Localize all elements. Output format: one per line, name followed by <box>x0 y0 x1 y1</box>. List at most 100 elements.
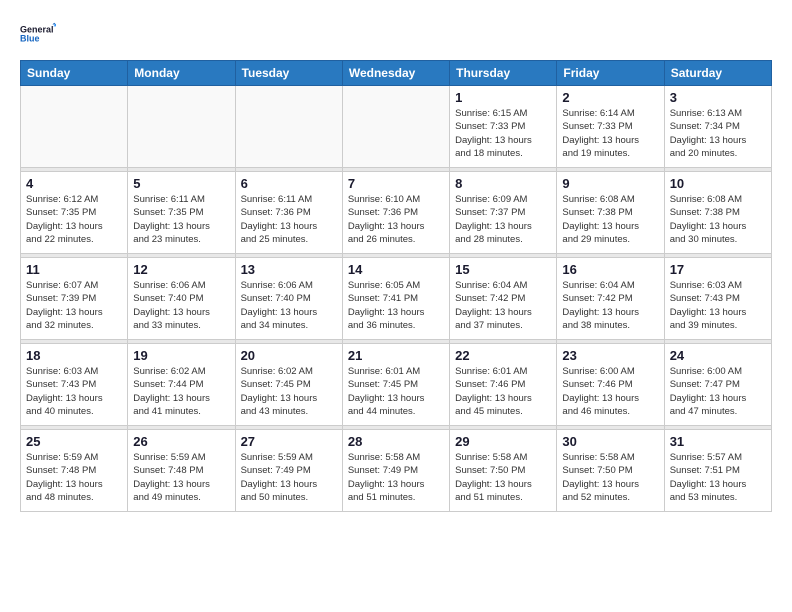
day-info: Sunrise: 5:57 AM Sunset: 7:51 PM Dayligh… <box>670 451 766 504</box>
day-info: Sunrise: 6:04 AM Sunset: 7:42 PM Dayligh… <box>562 279 658 332</box>
calendar-day <box>342 86 449 168</box>
calendar-week: 18Sunrise: 6:03 AM Sunset: 7:43 PM Dayli… <box>21 344 772 426</box>
day-number: 29 <box>455 434 551 449</box>
calendar-day: 2 Sunrise: 6:14 AM Sunset: 7:33 PM Daylig… <box>557 86 664 168</box>
calendar-day: 23 Sunrise: 6:00 AM Sunset: 7:46 PM Dayli… <box>557 344 664 426</box>
day-number: 11 <box>26 262 122 277</box>
calendar-day: 22 Sunrise: 6:01 AM Sunset: 7:46 PM Dayli… <box>450 344 557 426</box>
day-number: 31 <box>670 434 766 449</box>
day-header: Monday <box>128 61 235 86</box>
calendar-day <box>21 86 128 168</box>
calendar-week: 25 Sunrise: 5:59 AM Sunset: 7:48 PM Dayli… <box>21 430 772 512</box>
day-number: 20 <box>241 348 337 363</box>
calendar-day: 18Sunrise: 6:03 AM Sunset: 7:43 PM Dayli… <box>21 344 128 426</box>
calendar-week: 11 Sunrise: 6:07 AM Sunset: 7:39 PM Dayli… <box>21 258 772 340</box>
day-header: Sunday <box>21 61 128 86</box>
day-number: 16 <box>562 262 658 277</box>
day-info: Sunrise: 6:08 AM Sunset: 7:38 PM Dayligh… <box>562 193 658 246</box>
day-number: 2 <box>562 90 658 105</box>
calendar-day: 24 Sunrise: 6:00 AM Sunset: 7:47 PM Dayli… <box>664 344 771 426</box>
calendar-day: 12 Sunrise: 6:06 AM Sunset: 7:40 PM Dayli… <box>128 258 235 340</box>
day-info: Sunrise: 6:00 AM Sunset: 7:46 PM Dayligh… <box>562 365 658 418</box>
day-header: Tuesday <box>235 61 342 86</box>
day-info: Sunrise: 6:01 AM Sunset: 7:46 PM Dayligh… <box>455 365 551 418</box>
day-info: Sunrise: 6:12 AM Sunset: 7:35 PM Dayligh… <box>26 193 122 246</box>
day-info: Sunrise: 6:08 AM Sunset: 7:38 PM Dayligh… <box>670 193 766 246</box>
calendar-day: 16 Sunrise: 6:04 AM Sunset: 7:42 PM Dayli… <box>557 258 664 340</box>
day-info: Sunrise: 5:58 AM Sunset: 7:50 PM Dayligh… <box>455 451 551 504</box>
day-number: 6 <box>241 176 337 191</box>
calendar-day: 27Sunrise: 5:59 AM Sunset: 7:49 PM Dayli… <box>235 430 342 512</box>
day-number: 4 <box>26 176 122 191</box>
calendar-day: 20 Sunrise: 6:02 AM Sunset: 7:45 PM Dayli… <box>235 344 342 426</box>
page: General Blue SundayMondayTuesdayWednesda… <box>0 0 792 528</box>
day-info: Sunrise: 6:03 AM Sunset: 7:43 PM Dayligh… <box>670 279 766 332</box>
calendar-day: 6 Sunrise: 6:11 AM Sunset: 7:36 PM Daylig… <box>235 172 342 254</box>
day-info: Sunrise: 6:07 AM Sunset: 7:39 PM Dayligh… <box>26 279 122 332</box>
day-number: 24 <box>670 348 766 363</box>
day-info: Sunrise: 6:00 AM Sunset: 7:47 PM Dayligh… <box>670 365 766 418</box>
calendar-day <box>128 86 235 168</box>
day-number: 19 <box>133 348 229 363</box>
day-number: 5 <box>133 176 229 191</box>
day-info: Sunrise: 6:09 AM Sunset: 7:37 PM Dayligh… <box>455 193 551 246</box>
day-info: Sunrise: 6:11 AM Sunset: 7:36 PM Dayligh… <box>241 193 337 246</box>
day-info: Sunrise: 6:06 AM Sunset: 7:40 PM Dayligh… <box>241 279 337 332</box>
day-info: Sunrise: 6:11 AM Sunset: 7:35 PM Dayligh… <box>133 193 229 246</box>
day-header: Friday <box>557 61 664 86</box>
day-info: Sunrise: 5:58 AM Sunset: 7:49 PM Dayligh… <box>348 451 444 504</box>
day-number: 26 <box>133 434 229 449</box>
calendar-day: 11 Sunrise: 6:07 AM Sunset: 7:39 PM Dayli… <box>21 258 128 340</box>
day-info: Sunrise: 6:04 AM Sunset: 7:42 PM Dayligh… <box>455 279 551 332</box>
calendar-day: 17 Sunrise: 6:03 AM Sunset: 7:43 PM Dayli… <box>664 258 771 340</box>
day-number: 18 <box>26 348 122 363</box>
day-info: Sunrise: 5:58 AM Sunset: 7:50 PM Dayligh… <box>562 451 658 504</box>
day-number: 28 <box>348 434 444 449</box>
calendar: SundayMondayTuesdayWednesdayThursdayFrid… <box>20 60 772 512</box>
day-info: Sunrise: 6:06 AM Sunset: 7:40 PM Dayligh… <box>133 279 229 332</box>
calendar-day: 4 Sunrise: 6:12 AM Sunset: 7:35 PM Daylig… <box>21 172 128 254</box>
day-number: 17 <box>670 262 766 277</box>
day-info: Sunrise: 6:01 AM Sunset: 7:45 PM Dayligh… <box>348 365 444 418</box>
calendar-day: 26 Sunrise: 5:59 AM Sunset: 7:48 PM Dayli… <box>128 430 235 512</box>
calendar-day: 7 Sunrise: 6:10 AM Sunset: 7:36 PM Daylig… <box>342 172 449 254</box>
calendar-week: 4 Sunrise: 6:12 AM Sunset: 7:35 PM Daylig… <box>21 172 772 254</box>
day-number: 3 <box>670 90 766 105</box>
day-info: Sunrise: 6:02 AM Sunset: 7:44 PM Dayligh… <box>133 365 229 418</box>
day-number: 8 <box>455 176 551 191</box>
day-info: Sunrise: 6:10 AM Sunset: 7:36 PM Dayligh… <box>348 193 444 246</box>
day-number: 15 <box>455 262 551 277</box>
day-number: 14 <box>348 262 444 277</box>
day-info: Sunrise: 5:59 AM Sunset: 7:48 PM Dayligh… <box>26 451 122 504</box>
day-info: Sunrise: 6:14 AM Sunset: 7:33 PM Dayligh… <box>562 107 658 160</box>
day-number: 12 <box>133 262 229 277</box>
calendar-day: 1 Sunrise: 6:15 AM Sunset: 7:33 PM Daylig… <box>450 86 557 168</box>
day-info: Sunrise: 5:59 AM Sunset: 7:49 PM Dayligh… <box>241 451 337 504</box>
day-info: Sunrise: 5:59 AM Sunset: 7:48 PM Dayligh… <box>133 451 229 504</box>
logo-svg: General Blue <box>20 16 56 52</box>
day-number: 30 <box>562 434 658 449</box>
calendar-day: 9 Sunrise: 6:08 AM Sunset: 7:38 PM Daylig… <box>557 172 664 254</box>
day-header: Saturday <box>664 61 771 86</box>
day-number: 22 <box>455 348 551 363</box>
calendar-day: 5 Sunrise: 6:11 AM Sunset: 7:35 PM Daylig… <box>128 172 235 254</box>
day-info: Sunrise: 6:13 AM Sunset: 7:34 PM Dayligh… <box>670 107 766 160</box>
day-number: 25 <box>26 434 122 449</box>
calendar-day: 13Sunrise: 6:06 AM Sunset: 7:40 PM Dayli… <box>235 258 342 340</box>
calendar-day: 31 Sunrise: 5:57 AM Sunset: 7:51 PM Dayli… <box>664 430 771 512</box>
day-number: 23 <box>562 348 658 363</box>
day-info: Sunrise: 6:02 AM Sunset: 7:45 PM Dayligh… <box>241 365 337 418</box>
calendar-day: 8 Sunrise: 6:09 AM Sunset: 7:37 PM Daylig… <box>450 172 557 254</box>
calendar-day: 14Sunrise: 6:05 AM Sunset: 7:41 PM Dayli… <box>342 258 449 340</box>
day-number: 9 <box>562 176 658 191</box>
calendar-day: 10 Sunrise: 6:08 AM Sunset: 7:38 PM Dayli… <box>664 172 771 254</box>
day-header: Wednesday <box>342 61 449 86</box>
svg-text:General: General <box>20 25 54 35</box>
calendar-week: 1 Sunrise: 6:15 AM Sunset: 7:33 PM Daylig… <box>21 86 772 168</box>
calendar-day: 30 Sunrise: 5:58 AM Sunset: 7:50 PM Dayli… <box>557 430 664 512</box>
day-number: 7 <box>348 176 444 191</box>
day-number: 1 <box>455 90 551 105</box>
day-info: Sunrise: 6:15 AM Sunset: 7:33 PM Dayligh… <box>455 107 551 160</box>
calendar-day: 19 Sunrise: 6:02 AM Sunset: 7:44 PM Dayli… <box>128 344 235 426</box>
day-number: 10 <box>670 176 766 191</box>
